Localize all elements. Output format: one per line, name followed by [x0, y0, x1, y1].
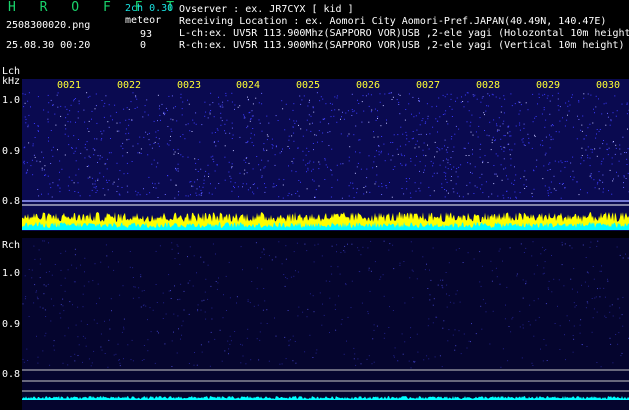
rch-spectrum-bg	[22, 238, 629, 410]
time-label-0022: 0022	[117, 80, 142, 91]
lch-tick-1-0: 1.0	[2, 95, 21, 106]
time-label-0024: 0024	[236, 80, 261, 91]
time-label-0026: 0026	[356, 80, 381, 91]
spectrogram-canvas	[22, 79, 629, 410]
time-label-0027: 0027	[416, 80, 441, 91]
time-label-0023: 0023	[177, 80, 202, 91]
lch-tick-0-8: 0.8	[2, 196, 21, 207]
rch-tick-1-0: 1.0	[2, 268, 21, 279]
time-label-0030: 0030	[596, 80, 621, 91]
lch-unit-label: kHz	[2, 76, 21, 87]
rch-tick-0-8: 0.8	[2, 369, 21, 380]
rch-tick-0-9: 0.9	[2, 319, 21, 330]
lch-spectrum-bg	[22, 79, 629, 231]
lch-tick-0-9: 0.9	[2, 146, 21, 157]
time-label-0029: 0029	[536, 80, 561, 91]
time-label-0025: 0025	[296, 80, 321, 91]
time-label-0028: 0028	[476, 80, 501, 91]
rch-channel-label: Rch	[2, 240, 21, 251]
time-label-0021: 0021	[57, 80, 82, 91]
